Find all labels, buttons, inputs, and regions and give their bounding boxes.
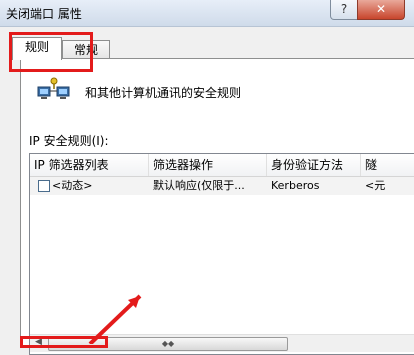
cell-auth-method: Kerberos <box>271 179 320 192</box>
help-button[interactable]: ? <box>330 0 358 20</box>
ip-rules-list[interactable]: IP 筛选器列表 筛选器操作 身份验证方法 隧 <动态> 默认响应(仅限于...… <box>29 153 414 355</box>
title-bar: 关闭端口 属性 ? ✕ <box>0 0 414 26</box>
column-header-auth-method[interactable]: 身份验证方法 <box>267 154 361 176</box>
table-row[interactable]: <动态> 默认响应(仅限于... Kerberos <元 <box>30 177 414 195</box>
rules-description: 和其他计算机通讯的安全规则 <box>85 86 242 100</box>
close-button[interactable]: ✕ <box>357 0 405 20</box>
rules-panel: 和其他计算机通讯的安全规则 IP 安全规则(I): IP 筛选器列表 筛选器操作… <box>20 58 414 355</box>
cell-tunnel: <元 <box>365 179 386 192</box>
cell-filter-action: 默认响应(仅限于... <box>153 179 245 192</box>
column-header-tunnel[interactable]: 隧 <box>361 154 414 176</box>
window-title: 关闭端口 属性 <box>6 7 82 21</box>
column-header-filter-action[interactable]: 筛选器操作 <box>149 154 267 176</box>
network-computers-icon <box>37 77 70 99</box>
cell-filter-list: <动态> <box>52 179 93 192</box>
tab-highlight-box <box>9 32 93 72</box>
properties-dialog: 常规 规则 和其他计算机通讯的安全规则 IP 安全规则(I): IP 筛选器列表… <box>0 26 414 355</box>
button-highlight-box <box>20 336 108 348</box>
ip-rules-label: IP 安全规则(I): <box>29 134 109 148</box>
list-header: IP 筛选器列表 筛选器操作 身份验证方法 隧 <box>30 154 414 177</box>
column-header-filter-list[interactable]: IP 筛选器列表 <box>30 154 149 176</box>
